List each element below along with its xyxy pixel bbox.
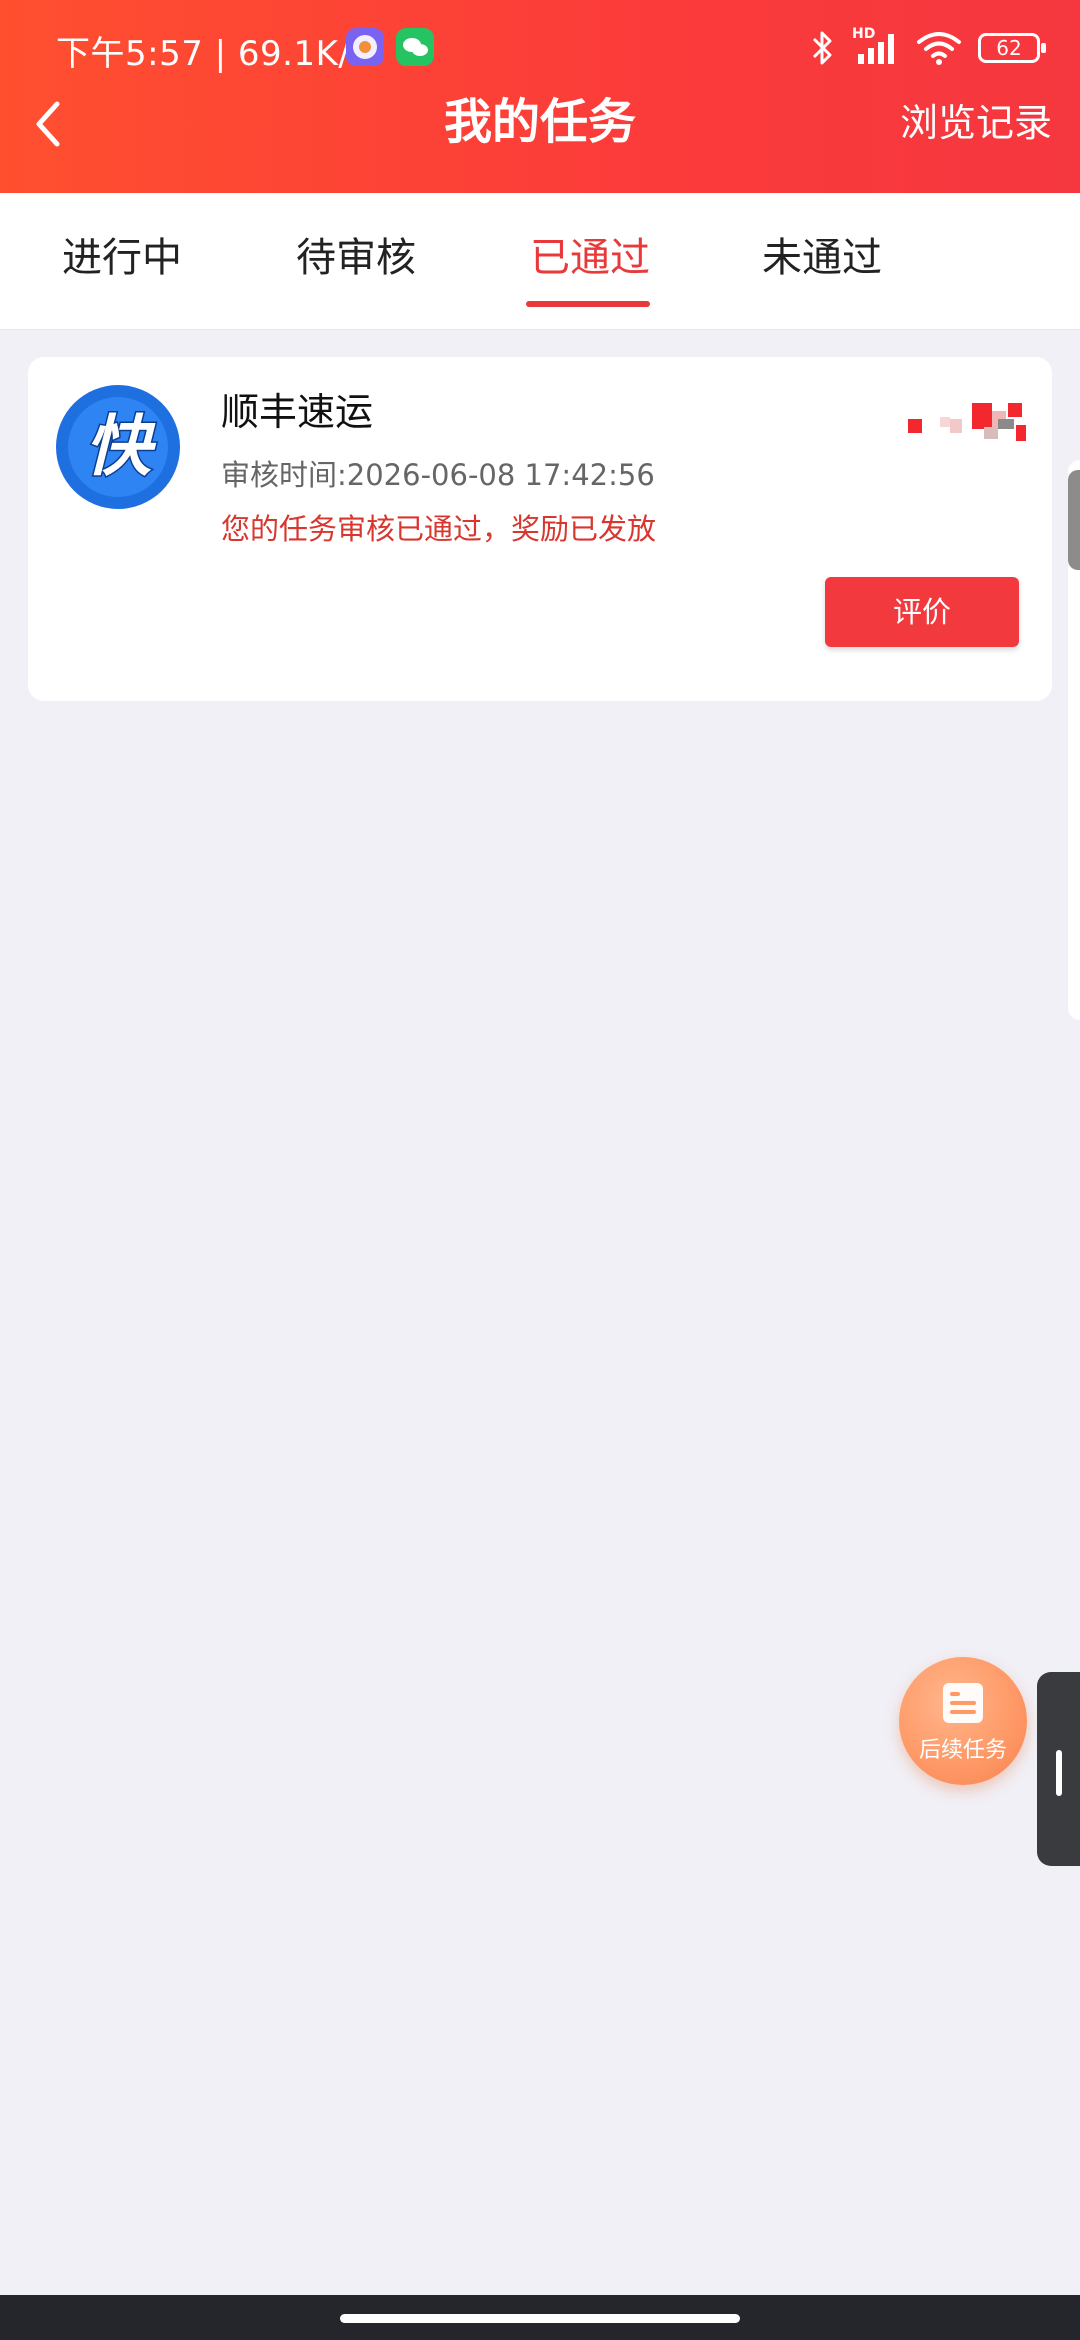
cellular-signal-icon: HD [852, 26, 900, 68]
edge-scroll-indicator [1068, 470, 1080, 570]
approval-status-message: 您的任务审核已通过，奖励已发放 [221, 512, 657, 546]
wifi-icon [917, 32, 961, 65]
status-bar: 下午5:57 | 69.1K/s HD 62 [0, 18, 1080, 78]
side-drawer-handle[interactable] [1037, 1672, 1080, 1866]
follow-up-tasks-button[interactable]: 后续任务 [899, 1657, 1027, 1785]
task-tabs: 进行中 待审核 已通过 未通过 [0, 193, 1080, 330]
drawer-grip [1056, 1750, 1062, 1796]
battery-icon: 62 [978, 33, 1046, 63]
assistant-app-icon [346, 28, 384, 66]
tab-approved[interactable]: 已通过 [530, 231, 650, 285]
task-list-icon [943, 1683, 983, 1723]
mosaic-redaction [878, 397, 1028, 447]
task-card[interactable]: 快 顺丰速运 审核时间:2026-06-08 17:42:56 您的任务审核已通… [28, 357, 1052, 701]
app-header: 下午5:57 | 69.1K/s HD 62 我的任务 浏览记录 [0, 0, 1080, 193]
browse-history-link[interactable]: 浏览记录 [900, 96, 1052, 150]
home-indicator[interactable] [340, 2314, 740, 2323]
tab-pending-review[interactable]: 待审核 [296, 231, 416, 285]
task-logo-char: 快 [85, 408, 157, 485]
follow-up-tasks-label: 后续任务 [918, 1738, 1007, 1763]
review-time: 审核时间:2026-06-08 17:42:56 [221, 458, 655, 492]
system-navigation-bar [0, 2295, 1080, 2340]
status-time-speed: 下午5:57 | 69.1K/s [56, 34, 369, 74]
active-tab-indicator [526, 301, 650, 307]
wechat-icon [396, 28, 434, 66]
status-icons: HD 62 [810, 26, 1046, 70]
tab-in-progress[interactable]: 进行中 [62, 231, 182, 285]
bluetooth-icon [812, 31, 832, 65]
tab-rejected[interactable]: 未通过 [762, 231, 882, 285]
task-logo: 快 [56, 385, 180, 509]
task-name: 顺丰速运 [221, 390, 374, 434]
rate-button[interactable]: 评价 [825, 577, 1019, 647]
